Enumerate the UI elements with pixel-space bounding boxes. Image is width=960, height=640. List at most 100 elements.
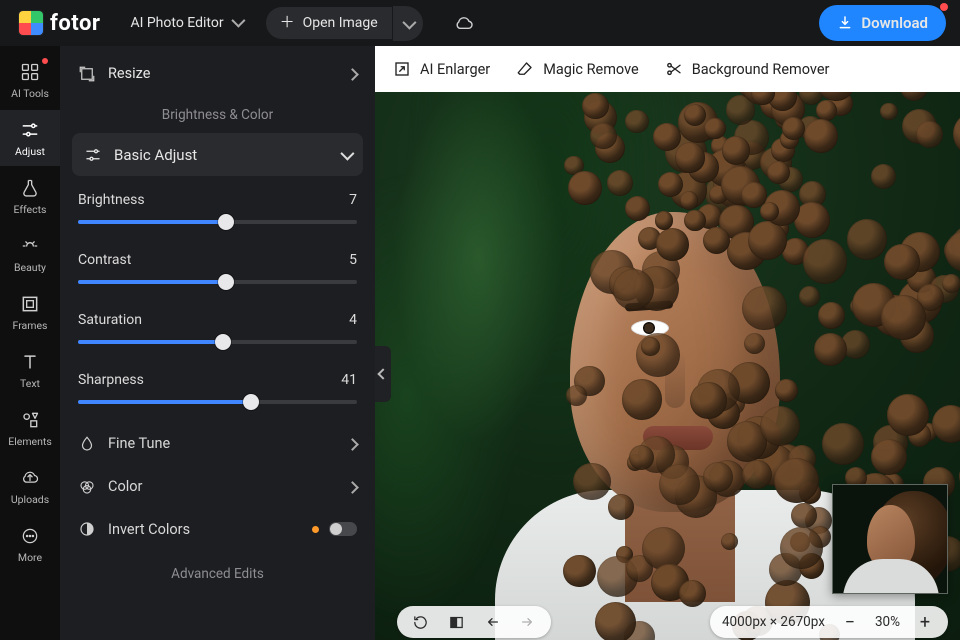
rail-item-frames[interactable]: Frames (0, 284, 60, 340)
rail-item-effects[interactable]: Effects (0, 168, 60, 224)
navigator-thumbnail[interactable] (832, 484, 948, 594)
tool-label: Magic Remove (543, 61, 639, 78)
brand-text: fotor (50, 11, 100, 36)
contrast-icon (78, 520, 96, 538)
chevron-right-icon (348, 477, 357, 496)
slider-label: Brightness (78, 192, 145, 208)
notification-dot-icon (940, 3, 948, 11)
section-advanced-edits: Advanced Edits (72, 550, 363, 590)
resize-icon (78, 65, 96, 83)
resize-label: Resize (108, 65, 150, 82)
sliders-icon (19, 119, 41, 141)
slider-track-contrast[interactable] (78, 280, 357, 284)
slider-fill (78, 400, 251, 404)
editor-mode-dropdown[interactable]: AI Photo Editor (130, 15, 241, 31)
frame-icon (19, 293, 41, 315)
background-remover-button[interactable]: Background Remover (665, 60, 830, 78)
adjust-panel: Resize Brightness & Color Basic Adjust B… (60, 46, 375, 640)
brand-logo[interactable]: fotor (18, 10, 100, 36)
rail-item-uploads[interactable]: Uploads (0, 458, 60, 514)
open-image-button[interactable]: ＋ Open Image (266, 7, 392, 39)
fine-tune-row[interactable]: Fine Tune (72, 422, 363, 465)
slider-track-brightness[interactable] (78, 220, 357, 224)
slider-track-sharpness[interactable] (78, 400, 357, 404)
tool-label: Background Remover (692, 61, 830, 78)
sliders-icon (84, 146, 102, 164)
cloud-sync-button[interactable] (453, 15, 475, 31)
canvas-area: AI Enlarger Magic Remove Background Remo… (375, 46, 960, 640)
download-label: Download (861, 14, 928, 32)
rail-item-text[interactable]: Text (0, 342, 60, 398)
slider-thumb[interactable] (243, 394, 259, 410)
canvas-tools-row: AI Enlarger Magic Remove Background Remo… (375, 46, 960, 92)
slider-thumb[interactable] (215, 334, 231, 350)
open-image-dropdown[interactable] (392, 6, 423, 41)
droplet-icon (78, 435, 96, 453)
topbar: fotor AI Photo Editor ＋ Open Image Downl… (0, 0, 960, 46)
zoom-in-button[interactable]: + (914, 611, 936, 633)
canvas-status-bar: 4000px × 2670px − 30% + (375, 604, 960, 640)
slider-label: Sharpness (78, 372, 144, 388)
rail-item-aitools[interactable]: AI Tools (0, 52, 60, 108)
image-dimensions: 4000px × 2670px (722, 614, 825, 630)
text-icon (19, 351, 41, 373)
slider-thumb[interactable] (218, 214, 234, 230)
flask-icon (19, 177, 41, 199)
ai-enlarger-button[interactable]: AI Enlarger (393, 60, 490, 78)
rail-label: Text (20, 377, 40, 390)
slider-brightness: Brightness 7 (72, 182, 363, 242)
invert-toggle[interactable] (329, 522, 357, 536)
eraser-icon (516, 60, 534, 78)
chevron-down-icon (232, 15, 242, 31)
history-button[interactable] (409, 611, 431, 633)
slider-saturation: Saturation 4 (72, 302, 363, 362)
slider-value: 41 (341, 372, 357, 388)
rail-label: More (18, 551, 42, 564)
slider-thumb[interactable] (218, 274, 234, 290)
download-button[interactable]: Download (819, 5, 946, 41)
brand-mark-icon (18, 10, 44, 36)
slider-fill (78, 220, 226, 224)
resize-row[interactable]: Resize (72, 54, 363, 93)
rail-item-elements[interactable]: Elements (0, 400, 60, 456)
basic-adjust-label: Basic Adjust (114, 146, 197, 164)
image-canvas[interactable]: 4000px × 2670px − 30% + (375, 92, 960, 640)
scissors-icon (665, 60, 683, 78)
grid-icon (19, 61, 41, 83)
more-icon (19, 525, 41, 547)
rail-item-more[interactable]: More (0, 516, 60, 572)
compare-button[interactable] (445, 611, 467, 633)
rail-label: Elements (8, 435, 52, 448)
slider-sharpness: Sharpness 41 (72, 362, 363, 422)
slider-track-saturation[interactable] (78, 340, 357, 344)
rail-item-adjust[interactable]: Adjust (0, 110, 60, 166)
undo-button[interactable] (481, 611, 503, 633)
rail-label: AI Tools (11, 87, 49, 100)
notification-dot-icon (42, 58, 48, 64)
basic-adjust-accordion[interactable]: Basic Adjust (72, 133, 363, 176)
slider-label: Saturation (78, 312, 142, 328)
zoom-out-button[interactable]: − (839, 611, 861, 633)
plus-icon: ＋ (280, 15, 295, 30)
slider-label: Contrast (78, 252, 131, 268)
rail-item-beauty[interactable]: Beauty (0, 226, 60, 282)
magic-remove-button[interactable]: Magic Remove (516, 60, 639, 78)
slider-value: 5 (349, 252, 357, 268)
invert-colors-row: Invert Colors (72, 508, 363, 550)
slider-value: 7 (349, 192, 357, 208)
tool-label: AI Enlarger (420, 61, 490, 78)
slider-contrast: Contrast 5 (72, 242, 363, 302)
color-row[interactable]: Color (72, 465, 363, 508)
left-rail: AI Tools Adjust Effects Beauty Frames Te… (0, 46, 60, 640)
collapse-panel-tab[interactable] (375, 346, 391, 402)
color-icon (78, 478, 96, 496)
redo-button[interactable] (517, 611, 539, 633)
open-image-group: ＋ Open Image (266, 6, 423, 41)
slider-fill (78, 280, 226, 284)
upload-cloud-icon (19, 467, 41, 489)
enlarge-icon (393, 60, 411, 78)
section-brightness-color: Brightness & Color (72, 93, 363, 133)
download-icon (837, 15, 853, 31)
editor-mode-label: AI Photo Editor (130, 15, 223, 31)
chevron-right-icon (348, 434, 357, 453)
